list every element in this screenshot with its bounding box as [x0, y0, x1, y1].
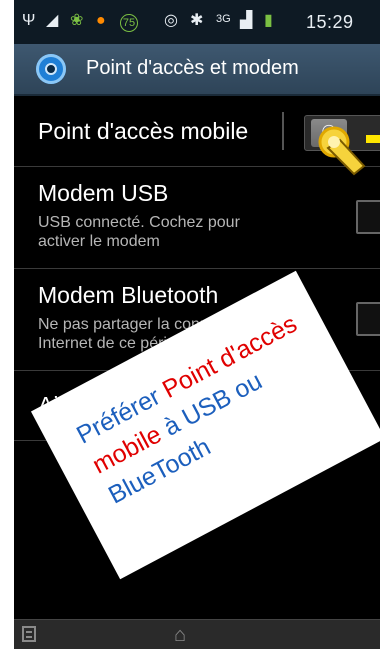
- modem-usb-checkbox[interactable]: [356, 200, 380, 234]
- clock: 15:29: [306, 12, 354, 32]
- item-modem-usb-subtitle-2: activer le modem: [38, 233, 160, 250]
- divider: [14, 268, 380, 269]
- item-modem-bluetooth[interactable]: Modem Bluetooth: [38, 282, 218, 309]
- alarm-icon: ●: [96, 12, 106, 29]
- item-modem-usb-subtitle-1: USB connecté. Cochez pour: [38, 214, 240, 231]
- toggle-separator: [282, 112, 284, 150]
- item-modem-usb[interactable]: Modem USB: [38, 180, 168, 207]
- home-icon[interactable]: ⌂: [174, 624, 186, 647]
- phone-screen: Ψ ◢ ❀ ● 75 ◎ ✱ 3G ▟ ▮ 15:29 Point d'accè…: [14, 0, 380, 649]
- page-title: Point d'accès et modem: [86, 57, 299, 79]
- bottom-nav-bar: ⌂: [14, 619, 380, 649]
- charging-battery-icon: ▮: [264, 12, 273, 29]
- usb-icon: Ψ: [22, 12, 36, 29]
- battery-75-icon: 75: [120, 14, 138, 32]
- menu-icon[interactable]: [22, 626, 36, 642]
- status-bar: Ψ ◢ ❀ ● 75 ◎ ✱ 3G ▟ ▮ 15:29: [14, 0, 380, 44]
- settings-gear-icon[interactable]: [36, 54, 66, 84]
- pointer-arrow: [366, 135, 380, 143]
- signal-bars-icon: ◢: [46, 12, 59, 29]
- page-margin: [0, 0, 14, 649]
- leaf-icon: ❀: [70, 12, 84, 29]
- tap-finger-icon: [318, 126, 366, 176]
- bluetooth-icon: ✱: [190, 12, 204, 29]
- action-bar: Point d'accès et modem: [14, 44, 380, 96]
- modem-bluetooth-checkbox[interactable]: [356, 302, 380, 336]
- eye-icon: ◎: [164, 12, 178, 29]
- signal-icon: ▟: [240, 12, 253, 29]
- item-point-acces-mobile[interactable]: Point d'accès mobile: [38, 118, 248, 145]
- 3g-icon: 3G: [216, 13, 231, 25]
